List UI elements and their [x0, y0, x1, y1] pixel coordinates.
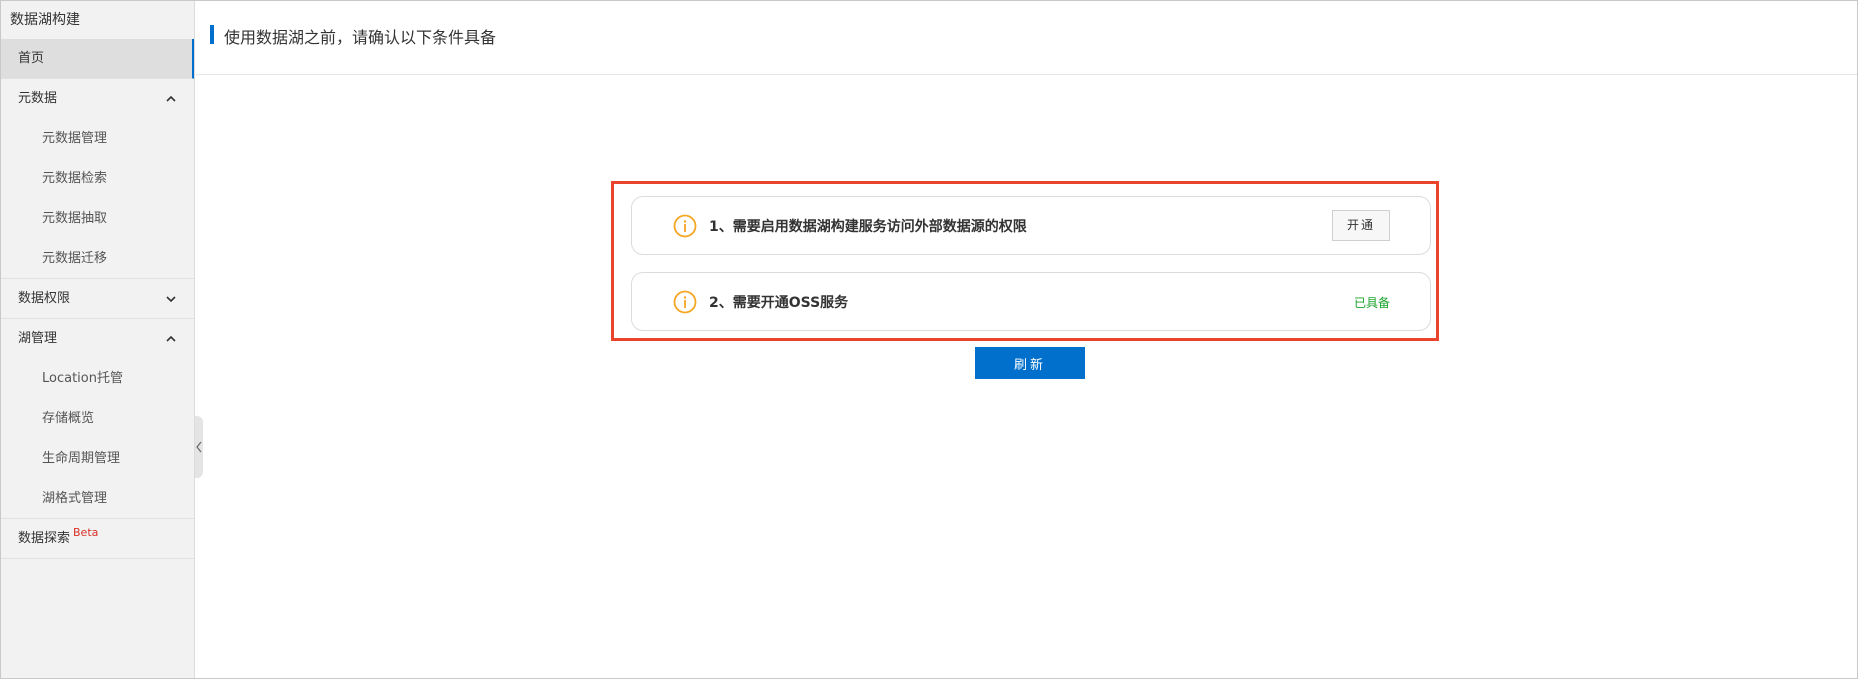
title-accent-bar — [210, 25, 214, 44]
condition-text: 1、需要启用数据湖构建服务访问外部数据源的权限 — [709, 219, 1027, 235]
status-ready: 已具备 — [1353, 296, 1390, 310]
sidebar-item-data-explore[interactable]: 数据探索 Beta — [1, 519, 194, 559]
sidebar-item-metadata-management[interactable]: 元数据管理 — [1, 119, 194, 159]
sidebar-item-lake-format-management[interactable]: 湖格式管理 — [1, 479, 194, 519]
sidebar-item-home[interactable]: 首页 — [1, 39, 194, 79]
sidebar-item-lifecycle-management[interactable]: 生命周期管理 — [1, 439, 194, 479]
sidebar-group-metadata[interactable]: 元数据 — [1, 79, 194, 119]
enable-button[interactable]: 开通 — [1332, 210, 1390, 241]
sidebar-group-metadata-label: 元数据 — [18, 91, 58, 106]
condition-card: 2、需要开通OSS服务 已具备 — [631, 272, 1431, 331]
sidebar-item-metadata-migration[interactable]: 元数据迁移 — [1, 239, 194, 279]
conditions-highlight-box: 1、需要启用数据湖构建服务访问外部数据源的权限 开通 2、需要开通OSS服务 已… — [611, 181, 1439, 341]
chevron-up-icon — [166, 94, 176, 104]
condition-card: 1、需要启用数据湖构建服务访问外部数据源的权限 开通 — [631, 196, 1431, 255]
sidebar-item-storage-overview[interactable]: 存储概览 — [1, 399, 194, 439]
sidebar-item-location-hosting[interactable]: Location托管 — [1, 359, 194, 399]
app-window: 数据湖构建 首页 元数据 元数据管理 元数据检索 元数据抽取 元数据迁移 数据权… — [0, 0, 1858, 679]
sidebar-item-metadata-search[interactable]: 元数据检索 — [1, 159, 194, 199]
info-circle-icon — [673, 214, 697, 238]
sidebar-group-permissions[interactable]: 数据权限 — [1, 279, 194, 319]
main-content: 使用数据湖之前，请确认以下条件具备 1、需要启用数据湖构建服务访问外部数据源的权… — [196, 1, 1857, 678]
sidebar-group-lake[interactable]: 湖管理 — [1, 319, 194, 359]
page-header: 使用数据湖之前，请确认以下条件具备 — [196, 1, 1857, 75]
sidebar-item-data-explore-label: 数据探索 — [18, 531, 71, 546]
sidebar-item-metadata-extraction[interactable]: 元数据抽取 — [1, 199, 194, 239]
sidebar-group-permissions-label: 数据权限 — [18, 291, 71, 306]
chevron-down-icon — [166, 294, 176, 304]
sidebar-group-lake-label: 湖管理 — [18, 331, 58, 346]
condition-text: 2、需要开通OSS服务 — [709, 295, 849, 311]
refresh-button[interactable]: 刷新 — [975, 347, 1085, 379]
info-circle-icon — [673, 290, 697, 314]
beta-badge: Beta — [73, 526, 99, 539]
chevron-up-icon — [166, 334, 176, 344]
app-title: 数据湖构建 — [10, 12, 80, 28]
page-title: 使用数据湖之前，请确认以下条件具备 — [224, 28, 497, 47]
sidebar: 数据湖构建 首页 元数据 元数据管理 元数据检索 元数据抽取 元数据迁移 数据权… — [1, 1, 195, 678]
